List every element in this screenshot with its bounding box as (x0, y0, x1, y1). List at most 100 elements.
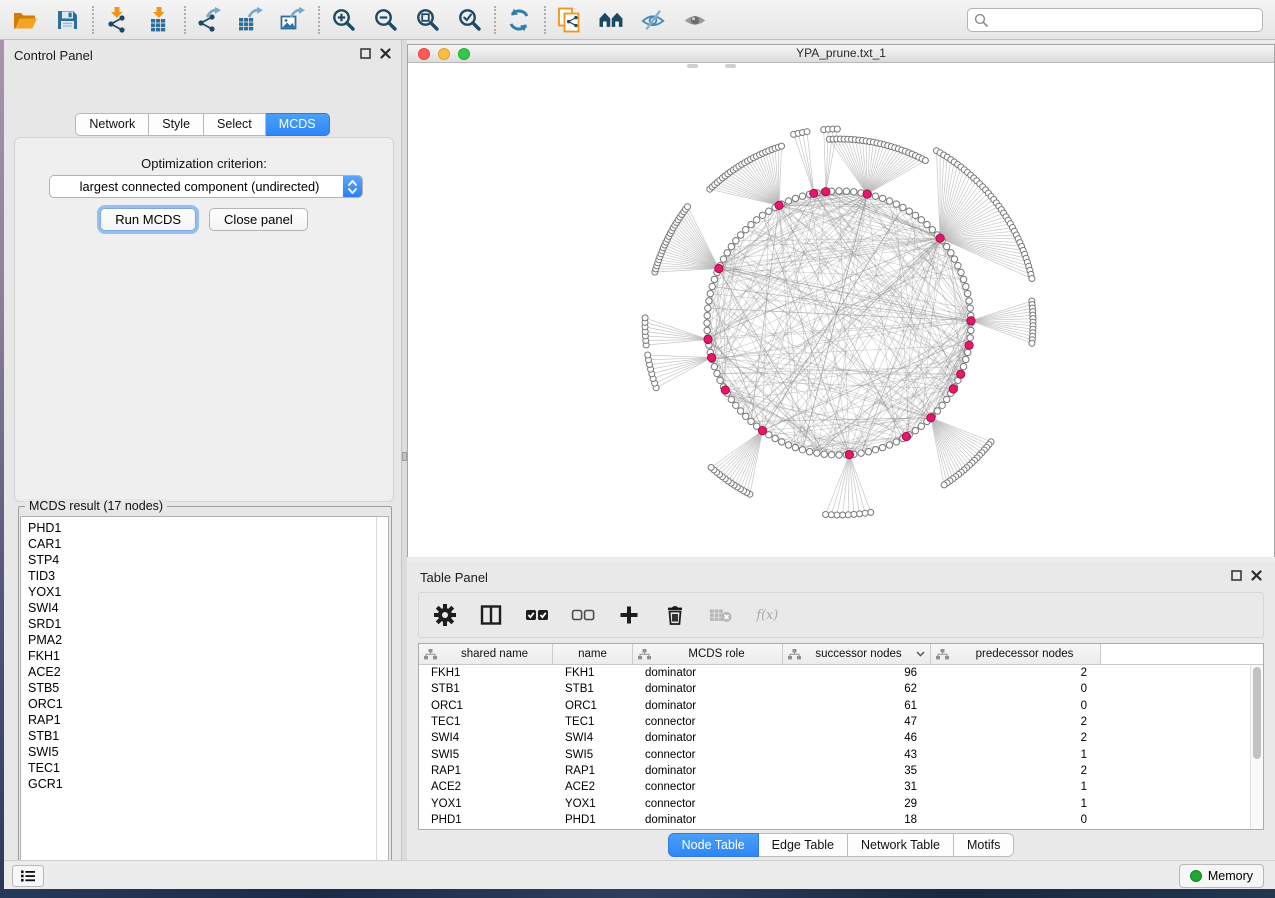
table-row[interactable]: YOX1YOX1connector291 (419, 795, 1263, 811)
run-mcds-button[interactable]: Run MCDS (100, 208, 196, 231)
network-node[interactable] (779, 143, 785, 149)
network-hub-node[interactable] (715, 264, 723, 272)
network-node[interactable] (879, 195, 885, 201)
table-row[interactable]: ACE2ACE2connector311 (419, 779, 1263, 795)
network-node[interactable] (955, 263, 961, 269)
network-node[interactable] (918, 423, 924, 429)
tab-edge-table[interactable]: Edge Table (759, 833, 848, 857)
export-network-icon[interactable] (196, 7, 222, 33)
network-node[interactable] (948, 250, 954, 256)
network-hub-node[interactable] (704, 335, 712, 343)
column-header-name[interactable]: name (553, 644, 633, 664)
columns-icon[interactable] (479, 603, 503, 627)
table-scrollbar[interactable] (1250, 665, 1263, 830)
window-minimize-icon[interactable] (438, 48, 450, 60)
table-row[interactable]: STB1STB1dominator620 (419, 681, 1263, 697)
memory-button[interactable]: Memory (1179, 864, 1264, 888)
mcds-result-item[interactable]: FKH1 (21, 648, 388, 664)
network-node[interactable] (922, 158, 928, 164)
close-panel-icon[interactable] (380, 48, 391, 59)
network-node[interactable] (720, 256, 726, 262)
network-node[interactable] (966, 298, 972, 304)
network-node[interactable] (754, 217, 760, 223)
mcds-result-item[interactable]: CAR1 (21, 536, 388, 552)
network-node[interactable] (711, 363, 717, 369)
network-node[interactable] (845, 512, 851, 518)
network-node[interactable] (941, 482, 947, 488)
close-panel-icon[interactable] (1251, 570, 1262, 581)
network-node[interactable] (685, 204, 691, 210)
network-node[interactable] (792, 444, 798, 450)
export-image-icon[interactable] (280, 7, 306, 33)
network-hub-node[interactable] (949, 385, 957, 393)
network-node[interactable] (785, 442, 791, 448)
network-node[interactable] (733, 402, 739, 408)
network-node[interactable] (714, 370, 720, 376)
float-panel-icon[interactable] (1231, 570, 1242, 581)
pane-grip[interactable] (725, 64, 736, 68)
network-node[interactable] (728, 243, 734, 249)
network-hub-node[interactable] (708, 354, 716, 362)
mcds-result-item[interactable]: YOX1 (21, 584, 388, 600)
tab-select[interactable]: Select (204, 113, 266, 136)
first-neighbors-icon[interactable] (598, 7, 624, 33)
mcds-result-item[interactable]: GCR1 (21, 776, 388, 792)
mcds-result-item[interactable]: RAP1 (21, 712, 388, 728)
network-node[interactable] (872, 447, 878, 453)
zoom-fit-icon[interactable] (414, 7, 440, 33)
network-node[interactable] (708, 465, 714, 471)
network-node[interactable] (958, 269, 964, 275)
network-node[interactable] (1029, 276, 1035, 282)
network-node[interactable] (836, 188, 842, 194)
mcds-result-item[interactable]: STB5 (21, 680, 388, 696)
network-node[interactable] (843, 188, 849, 194)
save-session-icon[interactable] (54, 7, 80, 33)
network-node[interactable] (840, 512, 846, 518)
tab-style[interactable]: Style (149, 113, 204, 136)
network-node[interactable] (711, 276, 717, 282)
network-node[interactable] (642, 315, 648, 321)
network-node[interactable] (965, 349, 971, 355)
column-header-MCDS-role[interactable]: MCDS role (633, 644, 783, 664)
pane-grip[interactable] (687, 64, 698, 68)
network-node[interactable] (918, 217, 924, 223)
column-header-shared-name[interactable]: shared name (419, 644, 553, 664)
network-node[interactable] (706, 298, 712, 304)
network-node[interactable] (857, 511, 863, 517)
network-node[interactable] (868, 509, 874, 515)
network-hub-node[interactable] (965, 341, 973, 349)
delete-icon[interactable] (663, 603, 687, 627)
mcds-list-scrollbar[interactable] (376, 517, 388, 877)
close-panel-button[interactable]: Close panel (209, 208, 308, 231)
network-hub-node[interactable] (863, 190, 871, 198)
network-node[interactable] (879, 444, 885, 450)
network-node[interactable] (704, 327, 710, 333)
network-node[interactable] (965, 290, 971, 296)
mcds-result-item[interactable]: SWI5 (21, 744, 388, 760)
zoom-out-icon[interactable] (372, 7, 398, 33)
mcds-result-item[interactable]: STB1 (21, 728, 388, 744)
select-all-icon[interactable] (525, 603, 549, 627)
mcds-result-item[interactable]: STP4 (21, 552, 388, 568)
network-node[interactable] (944, 243, 950, 249)
network-hub-node[interactable] (758, 427, 766, 435)
network-node[interactable] (924, 221, 930, 227)
settings-icon[interactable] (433, 603, 457, 627)
import-network-icon[interactable] (104, 7, 130, 33)
network-node[interactable] (862, 510, 868, 516)
network-node[interactable] (717, 377, 723, 383)
mcds-result-item[interactable]: ACE2 (21, 664, 388, 680)
network-node[interactable] (939, 402, 945, 408)
network-node[interactable] (728, 396, 734, 402)
open-session-icon[interactable] (12, 7, 38, 33)
deselect-all-icon[interactable] (571, 603, 595, 627)
network-node[interactable] (836, 452, 842, 458)
network-node[interactable] (799, 447, 805, 453)
network-node[interactable] (912, 428, 918, 434)
zoom-in-icon[interactable] (330, 7, 356, 33)
network-node[interactable] (906, 208, 912, 214)
network-node[interactable] (759, 212, 765, 218)
network-hub-node[interactable] (845, 451, 853, 459)
table-row[interactable]: SWI5SWI5connector431 (419, 746, 1263, 762)
tab-network-table[interactable]: Network Table (848, 833, 954, 857)
